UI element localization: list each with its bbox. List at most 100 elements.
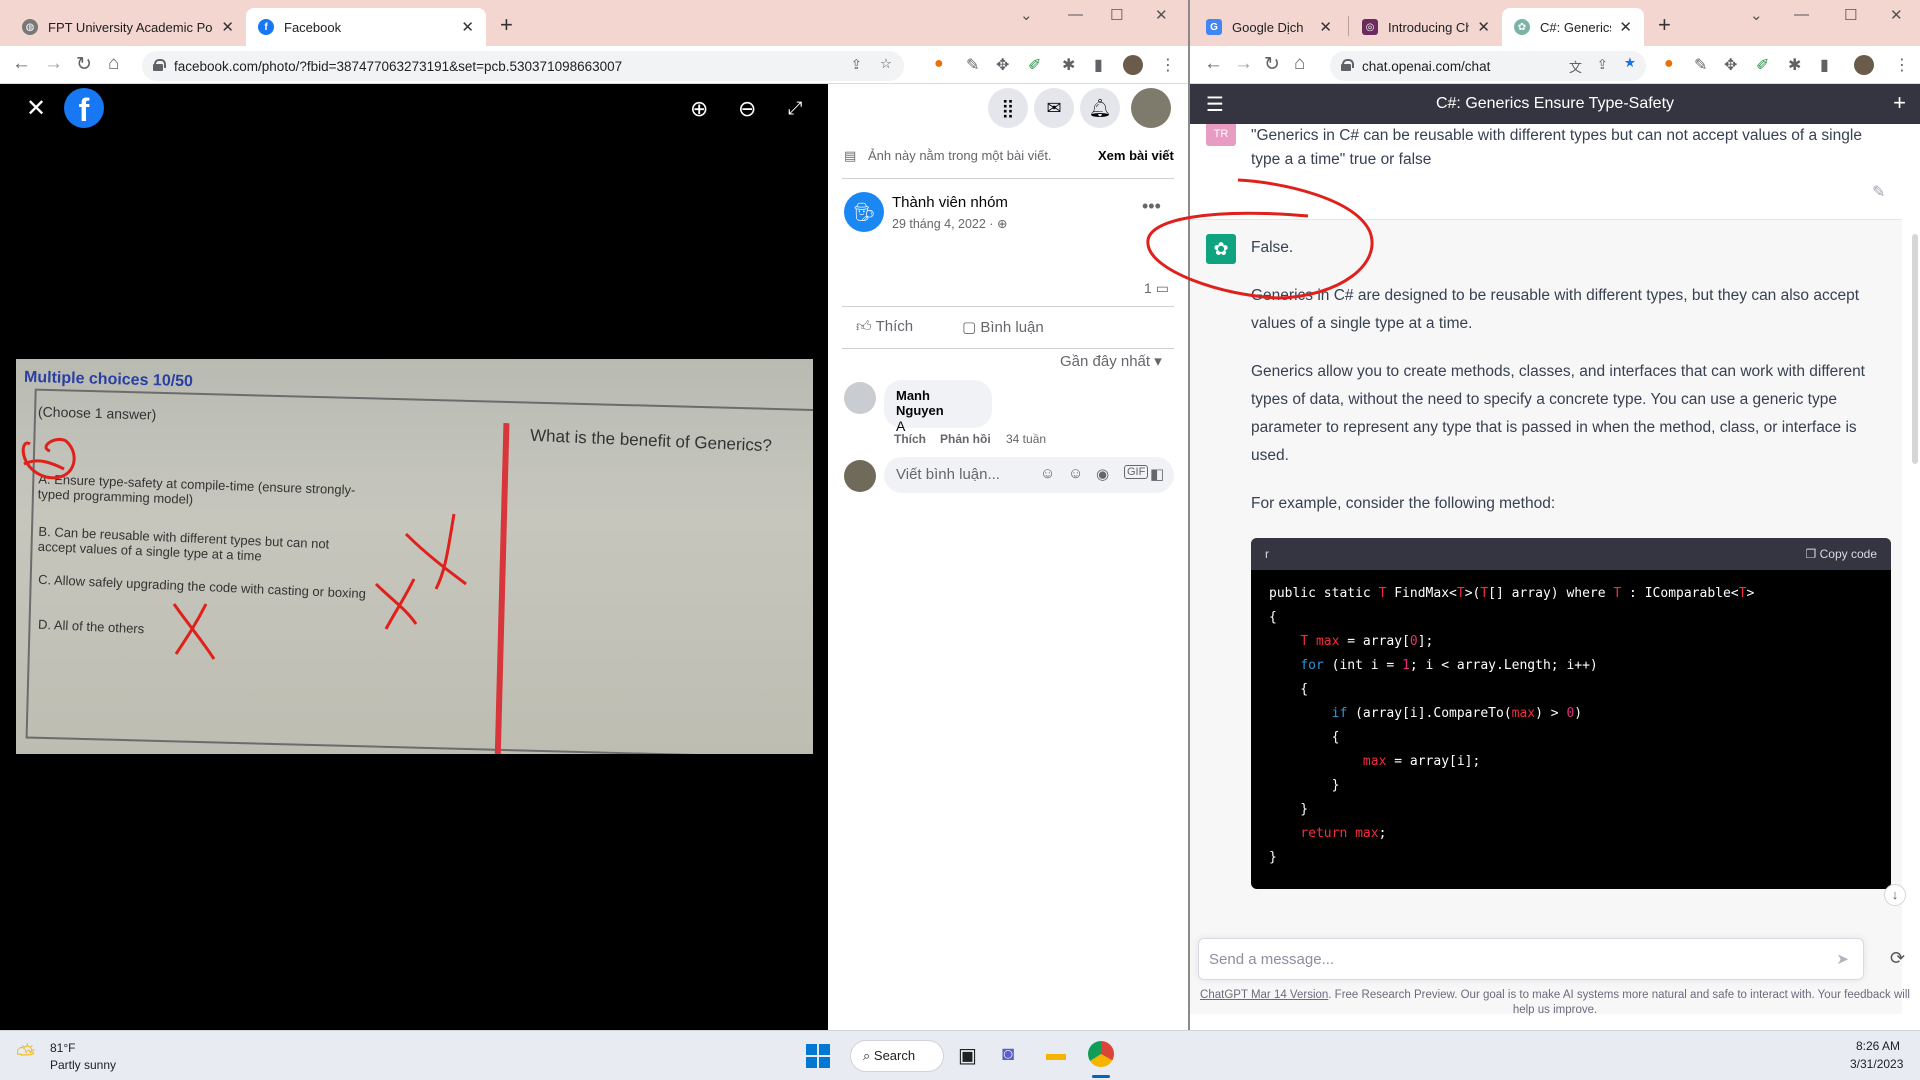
tab-search-icon[interactable]: ⌄ xyxy=(1750,6,1763,24)
extension-c-icon[interactable]: ● xyxy=(934,55,944,73)
like-button[interactable]: 👍︎ Thích xyxy=(856,318,913,336)
lock-icon xyxy=(153,59,166,71)
copy-code-button[interactable]: ❐ Copy code xyxy=(1806,547,1877,561)
fullscreen-icon[interactable]: ⤢ xyxy=(788,98,802,119)
bookmark-star-icon[interactable]: ★ xyxy=(1624,55,1636,71)
taskbar-search[interactable]: ⌕ Search xyxy=(850,1040,944,1072)
extensions-puzzle-icon[interactable]: ✱ xyxy=(1788,55,1801,75)
weather-temp[interactable]: 81°F xyxy=(50,1041,75,1055)
my-avatar[interactable] xyxy=(844,460,876,492)
emoji-icon[interactable]: ☺ xyxy=(1068,465,1083,482)
side-panel-icon[interactable]: ▮ xyxy=(1094,55,1103,75)
weather-icon[interactable]: ⛅︎ xyxy=(16,1041,35,1069)
sort-dropdown[interactable]: Gần đây nhất ▾ xyxy=(1060,352,1162,370)
comment-author[interactable]: Manh Nguyen xyxy=(896,388,980,418)
tab-chatgpt[interactable]: ✿ C#: Generics En ✕ xyxy=(1502,8,1644,46)
avatar-sticker-icon[interactable]: ☺ xyxy=(1040,465,1055,482)
weather-condition[interactable]: Partly sunny xyxy=(50,1058,116,1072)
post-author[interactable]: Thành viên nhóm xyxy=(892,194,1008,211)
extension-pen-icon[interactable]: ✐ xyxy=(1756,55,1769,75)
send-icon[interactable]: ➤ xyxy=(1836,950,1849,968)
maximize-button[interactable]: ☐ xyxy=(1844,6,1857,24)
tab-introducing-chatgpt[interactable]: ◎ Introducing Cha ✕ xyxy=(1350,8,1502,46)
sticker-icon[interactable]: ◧ xyxy=(1150,465,1164,483)
scrollbar[interactable] xyxy=(1912,234,1918,464)
start-windows-icon[interactable] xyxy=(806,1044,830,1068)
close-icon[interactable]: ✕ xyxy=(1319,18,1332,36)
hamburger-menu-icon[interactable]: ☰ xyxy=(1206,92,1224,117)
reload-icon[interactable]: ↻ xyxy=(76,53,92,76)
close-window-button[interactable]: ✕ xyxy=(1890,6,1903,24)
profile-avatar[interactable] xyxy=(1854,55,1874,75)
menu-icon[interactable]: ⋮ xyxy=(1894,55,1910,75)
close-icon[interactable]: ✕ xyxy=(1477,18,1490,36)
scroll-down-icon[interactable]: ↓ xyxy=(1884,884,1906,906)
back-icon[interactable]: ← xyxy=(1204,53,1223,75)
extension-eyedropper-icon[interactable]: ✎ xyxy=(966,55,979,75)
task-view-icon[interactable]: ▣ xyxy=(958,1043,977,1068)
maximize-button[interactable]: ☐ xyxy=(1110,6,1123,24)
facebook-logo-icon[interactable]: f xyxy=(64,88,104,128)
file-explorer-icon[interactable]: ▬ xyxy=(1046,1043,1066,1066)
account-avatar[interactable] xyxy=(1131,88,1171,128)
forward-icon[interactable]: → xyxy=(1234,53,1253,75)
gif-icon[interactable]: GIF xyxy=(1124,465,1149,479)
new-tab-button[interactable]: + xyxy=(1658,12,1671,38)
comment-button[interactable]: ▢ Bình luận xyxy=(962,318,1044,336)
menu-grid-icon[interactable]: ⣿ xyxy=(988,88,1028,128)
clock-time[interactable]: 8:26 AM xyxy=(1856,1039,1900,1053)
write-comment-input[interactable]: Viết bình luận... ☺ ☺ ◉ GIF ◧ xyxy=(884,457,1174,493)
extension-move-icon[interactable]: ✥ xyxy=(1724,55,1737,75)
comment-like-link[interactable]: Thích xyxy=(894,432,926,446)
tab-google-translate[interactable]: G Google Dịch ✕ xyxy=(1194,8,1344,46)
close-icon[interactable]: ✕ xyxy=(221,18,234,36)
messenger-icon[interactable]: ✉ xyxy=(1034,88,1074,128)
side-panel-icon[interactable]: ▮ xyxy=(1820,55,1829,75)
notifications-bell-icon[interactable]: 🔔︎ xyxy=(1080,88,1120,128)
message-input[interactable]: Send a message... ➤ xyxy=(1198,938,1864,980)
new-tab-button[interactable]: + xyxy=(500,12,513,38)
commenter-avatar[interactable] xyxy=(844,382,876,414)
regenerate-icon[interactable]: ⟳ xyxy=(1890,948,1905,969)
extension-c-icon[interactable]: ● xyxy=(1664,55,1674,73)
view-post-link[interactable]: Xem bài viết xyxy=(1098,148,1174,163)
close-icon[interactable]: ✕ xyxy=(1619,18,1632,36)
extension-pen-icon[interactable]: ✐ xyxy=(1028,55,1041,75)
clock-date[interactable]: 3/31/2023 xyxy=(1850,1057,1903,1071)
chrome-taskbar-icon[interactable] xyxy=(1088,1041,1114,1067)
extension-eyedropper-icon[interactable]: ✎ xyxy=(1694,55,1707,75)
minimize-button[interactable]: — xyxy=(1794,6,1809,23)
profile-avatar[interactable] xyxy=(1123,55,1143,75)
close-icon[interactable]: ✕ xyxy=(26,94,46,123)
reload-icon[interactable]: ↻ xyxy=(1264,53,1280,76)
home-icon[interactable]: ⌂ xyxy=(108,53,119,75)
close-icon[interactable]: ✕ xyxy=(461,18,474,36)
caret-down-icon: ▾ xyxy=(1154,353,1162,370)
close-window-button[interactable]: ✕ xyxy=(1155,6,1168,24)
translate-icon[interactable]: 文 xyxy=(1569,57,1582,76)
extensions-puzzle-icon[interactable]: ✱ xyxy=(1062,55,1075,75)
new-chat-plus-icon[interactable]: + xyxy=(1893,90,1906,116)
zoom-in-icon[interactable]: ⊕ xyxy=(690,96,708,122)
menu-icon[interactable]: ⋮ xyxy=(1160,55,1176,75)
camera-icon[interactable]: ◉ xyxy=(1096,465,1109,483)
tab-facebook[interactable]: f Facebook ✕ xyxy=(246,8,486,46)
tab-search-icon[interactable]: ⌄ xyxy=(1020,6,1033,24)
comment-reply-link[interactable]: Phản hồi xyxy=(940,432,991,446)
zoom-out-icon[interactable]: ⊖ xyxy=(738,96,756,122)
address-bar[interactable]: chat.openai.com/chat 文 ⇪ ★ xyxy=(1330,51,1646,81)
share-icon[interactable]: ⇪ xyxy=(851,57,862,73)
extension-move-icon[interactable]: ✥ xyxy=(996,55,1009,75)
anonymous-avatar-icon[interactable]: 🕵︎ xyxy=(844,192,884,232)
back-icon[interactable]: ← xyxy=(12,53,31,75)
share-icon[interactable]: ⇪ xyxy=(1597,57,1608,73)
home-icon[interactable]: ⌂ xyxy=(1294,53,1305,75)
address-bar[interactable]: facebook.com/photo/?fbid=387477063273191… xyxy=(142,51,904,81)
footer-version-link[interactable]: ChatGPT Mar 14 Version xyxy=(1200,989,1328,1001)
teams-chat-icon[interactable]: ◙ xyxy=(1002,1043,1014,1066)
edit-message-icon[interactable]: ✎ xyxy=(1872,182,1885,202)
minimize-button[interactable]: — xyxy=(1068,6,1083,23)
forward-icon[interactable]: → xyxy=(44,53,63,75)
tab-fpt-portal[interactable]: ◍ FPT University Academic Portal ✕ xyxy=(10,8,246,46)
bookmark-star-icon[interactable]: ☆ xyxy=(880,56,892,72)
